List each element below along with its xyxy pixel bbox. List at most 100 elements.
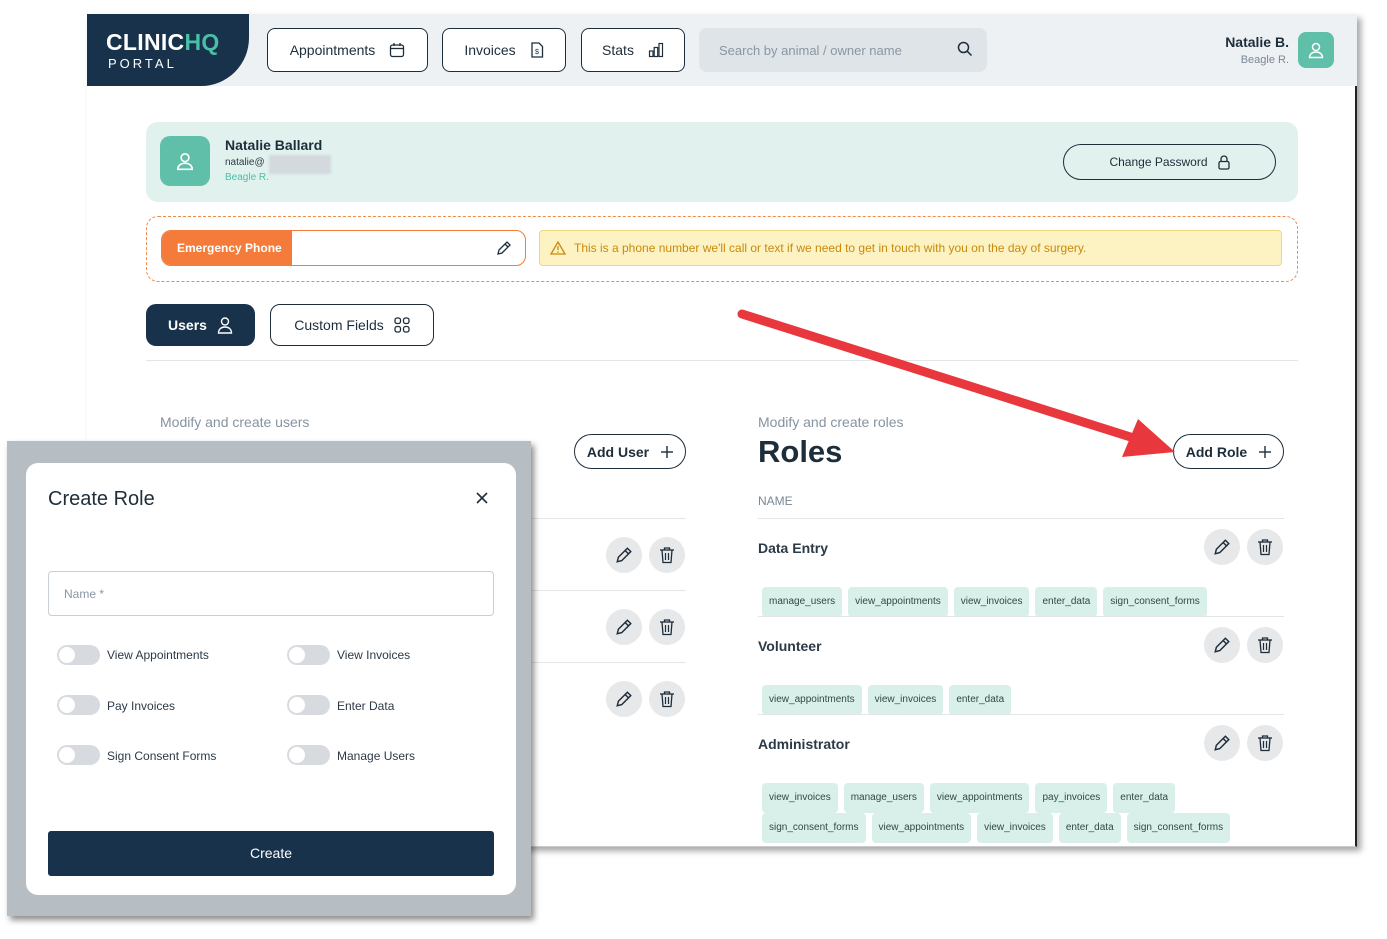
nav-stats-button[interactable]: Stats [581,28,685,72]
create-button[interactable]: Create [48,831,494,876]
lock-icon [1217,154,1230,170]
emergency-phone-section: Emergency Phone This is a phone number w… [146,216,1298,282]
edit-role-button[interactable] [1204,725,1240,761]
role-permissions: manage_users view_appointments view_invoic… [762,587,1282,617]
add-user-label: Add User [586,443,650,460]
toggle-view-invoices[interactable] [287,645,330,665]
delete-role-button[interactable] [1247,627,1283,663]
calendar-icon [390,43,405,58]
create-role-modal: Create Role Name * View Appointments Vie… [26,463,516,895]
add-role-label: Add Role [1185,443,1248,460]
edit-user-button[interactable] [606,609,642,645]
tab-custom-fields[interactable]: Custom Fields [270,304,434,346]
clinichq-logo[interactable]: CLINICHQ PORTAL [87,14,249,86]
logo-sub: PORTAL [108,56,177,71]
add-role-button[interactable]: Add Role [1173,434,1284,469]
delete-user-button[interactable] [649,681,685,717]
roles-title: Roles [758,434,843,469]
user-name[interactable]: Natalie B. [1225,34,1289,50]
pencil-icon [1214,735,1230,751]
create-label: Create [249,845,293,861]
warning-icon [550,241,566,255]
delete-user-button[interactable] [649,609,685,645]
change-password-button[interactable]: Change Password [1063,144,1276,180]
nav-invoices-button[interactable]: Invoices $ [442,28,566,72]
users-table-divider [527,518,686,519]
invoice-icon: $ [531,42,543,58]
nav-stats-label: Stats [602,42,634,58]
nav-invoices-label: Invoices [464,42,516,58]
user-icon [217,317,233,334]
permission-tag: enter_data [1058,813,1121,843]
role-name: Data Entry [758,540,829,556]
pencil-icon[interactable] [496,240,512,256]
edit-user-button[interactable] [606,537,642,573]
toggle-enter-data[interactable] [287,695,330,715]
profile-name: Natalie Ballard [225,137,323,153]
email-redaction [269,155,331,174]
roles-column-header: NAME [758,494,793,508]
roles-subtitle: Modify and create roles [758,414,904,430]
emergency-warning: This is a phone number we'll call or tex… [539,230,1282,266]
user-avatar[interactable] [1298,32,1334,68]
bar-chart-icon [648,42,664,58]
trash-icon [660,547,674,564]
delete-role-button[interactable] [1247,725,1283,761]
toggle-view-appointments[interactable] [57,645,100,665]
tab-users-label: Users [168,317,207,333]
toggle-label: Sign Consent Forms [107,749,217,763]
nav-appointments-label: Appointments [289,42,376,58]
toggle-label: View Invoices [337,648,411,662]
permission-tag: manage_users [762,587,843,617]
permission-tag: enter_data [1035,587,1098,617]
toggle-pay-invoices[interactable] [57,695,100,715]
delete-user-button[interactable] [649,537,685,573]
grid-icon [394,317,410,333]
user-clinic: Beagle R. [1240,54,1289,66]
role-permissions: view_invoices manage_users view_appointmen… [762,783,1282,843]
toggle-sign-consent-forms[interactable] [57,745,100,765]
profile-email: natalie@ [225,157,265,168]
users-subtitle: Modify and create users [160,414,310,430]
toggle-label: Enter Data [337,699,395,713]
profile-card: Natalie Ballard natalie@ Beagle R. Chang… [146,122,1298,202]
tab-custom-fields-label: Custom Fields [294,317,384,333]
emergency-phone-field[interactable]: Emergency Phone [161,230,526,266]
trash-icon [1258,539,1272,556]
users-row-divider [527,590,686,591]
edit-user-button[interactable] [606,681,642,717]
delete-role-button[interactable] [1247,529,1283,565]
permission-tag: sign_consent_forms [762,813,866,843]
nav-appointments-button[interactable]: Appointments [267,28,428,72]
edit-role-button[interactable] [1204,627,1240,663]
plus-icon [1259,445,1272,458]
toggle-label: Pay Invoices [107,699,176,713]
pencil-icon [616,619,632,635]
pencil-icon [616,547,632,563]
permission-tag: view_invoices [867,685,944,715]
toggle-label: Manage Users [337,749,416,763]
trash-icon [660,691,674,708]
change-password-label: Change Password [1109,155,1208,169]
permission-tag: enter_data [1113,783,1176,813]
permission-tag: enter_data [949,685,1012,715]
permission-tag: view_invoices [762,783,838,813]
permission-tag: view_appointments [848,587,948,617]
add-user-button[interactable]: Add User [574,434,686,469]
trash-icon [1258,735,1272,752]
permission-tag: pay_invoices [1035,783,1108,813]
close-icon[interactable] [475,491,489,505]
search-icon[interactable] [957,41,973,57]
edit-role-button[interactable] [1204,529,1240,565]
pencil-icon [1214,637,1230,653]
modal-title: Create Role [48,488,155,510]
tab-users[interactable]: Users [146,304,255,346]
search-input[interactable]: Search by animal / owner name [699,28,987,72]
role-name-input[interactable]: Name * [48,571,494,616]
permission-tag: view_invoices [977,813,1053,843]
toggle-manage-users[interactable] [287,745,330,765]
permission-tag: view_invoices [953,587,1030,617]
permission-tag: sign_consent_forms [1103,587,1207,617]
top-bar: CLINICHQ PORTAL Appointments Invoices $ … [87,14,1357,86]
plus-icon [661,445,674,458]
